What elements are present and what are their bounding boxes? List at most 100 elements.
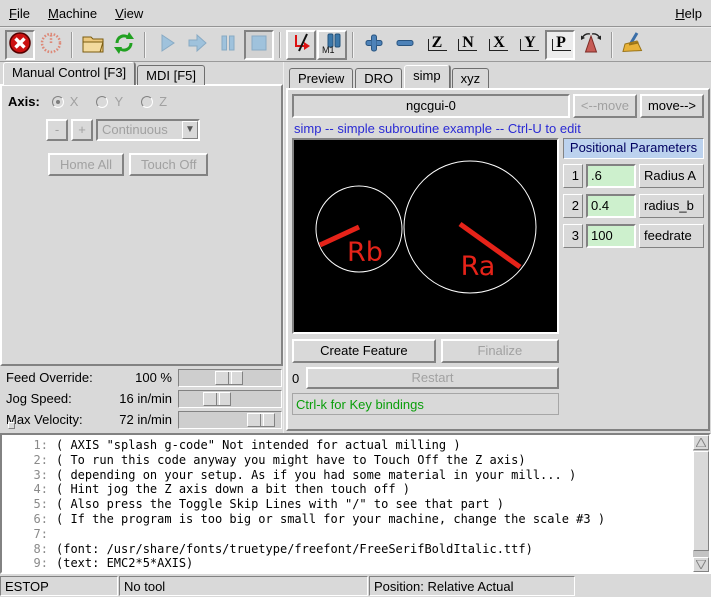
axis-x-radio[interactable]: X [52,94,79,109]
pane-sash-grip[interactable] [8,422,15,429]
gcode-line: 9:(text: EMC2*5*AXIS) [2,556,709,571]
param-2-name: radius_b [639,194,704,218]
tab-dro[interactable]: DRO [355,68,402,88]
machine-power-button[interactable] [36,30,66,60]
simp-left-column: Rb Ra Create Feature Finalize 0 Restart … [292,138,559,415]
feed-override-label: Feed Override: [6,370,93,385]
run-button[interactable] [151,30,181,60]
param-3-name: feedrate [639,224,704,248]
line-number: 5: [2,497,48,512]
radio-circle-icon [96,96,108,108]
line-number: 9: [2,556,48,571]
line-text: ( depending on your setup. As if you had… [56,468,576,482]
param-1-name: Radius A [639,164,704,188]
line-text: ( Hint jog the Z axis down a bit then to… [56,482,410,496]
machine-power-icon [39,31,63,58]
view-perspective-button[interactable]: P [545,30,575,60]
axis-y-radio[interactable]: Y [96,94,123,109]
jog-speed-thumb[interactable] [203,392,231,406]
touch-off-button[interactable]: Touch Off [129,153,208,176]
tab-preview[interactable]: Preview [289,68,353,88]
zoom-in-button[interactable] [359,30,389,60]
view-y-button[interactable]: Y [514,30,544,60]
scroll-up-icon[interactable] [693,435,709,450]
max-velocity-thumb[interactable] [247,413,275,427]
create-feature-button[interactable]: Create Feature [292,339,436,363]
tab-simp[interactable]: simp [404,65,449,88]
minus-icon [393,31,417,58]
parameter-row: 1 .6 Radius A [563,164,704,188]
optional-pause-label: M1 [322,45,335,55]
scroll-down-icon[interactable] [693,557,709,572]
menu-help-accel: H [675,6,684,21]
param-2-input[interactable]: 0.4 [586,194,636,218]
menu-file-rest: ile [17,6,30,21]
axis-z-radio[interactable]: Z [141,94,167,109]
simp-body: Rb Ra Create Feature Finalize 0 Restart … [292,138,704,415]
right-tab-bar: Preview DRO simp xyz [289,65,491,88]
jog-minus-button[interactable]: - [46,119,68,141]
estop-button[interactable] [5,30,35,60]
tab-manual-control[interactable]: Manual Control [F3] [3,62,135,85]
feed-override-slider[interactable] [178,369,282,387]
move-right-button[interactable]: move--> [640,94,704,118]
tool-status: No tool [119,576,368,596]
simp-tab-content: ngcgui-0 <--move move--> simp -- simple … [286,88,710,431]
scrollbar-thumb[interactable] [693,451,709,551]
menu-view[interactable]: View [106,0,152,26]
rotate-view-button[interactable] [576,30,606,60]
jog-plus-button[interactable]: + [71,119,93,141]
rotate-cone-icon [579,31,603,58]
param-3-input[interactable]: 100 [586,224,636,248]
run-step-button[interactable] [182,30,212,60]
axis-main-window: File Machine View Help [0,0,711,597]
view-x-button[interactable]: X [483,30,513,60]
param-1-input[interactable]: .6 [586,164,636,188]
feed-override-thumb[interactable] [215,371,243,385]
jog-speed-slider[interactable] [178,390,282,408]
feature-count: 0 [292,371,302,386]
restart-button[interactable]: Restart [306,367,559,389]
view-z-rotated-button[interactable]: N [452,30,482,60]
zoom-out-button[interactable] [390,30,420,60]
max-velocity-row: Max Velocity: 72 in/min [0,410,283,430]
toolbar-separator [279,32,281,58]
axis-y-label: Y [114,94,123,109]
menu-help[interactable]: Help [666,0,711,26]
stop-button[interactable] [244,30,274,60]
max-velocity-slider[interactable] [178,411,282,429]
jog-increment-select[interactable]: Continuous ▼ [96,119,200,141]
line-text: ( AXIS "splash g-code" Not intended for … [56,438,461,452]
tab-mdi[interactable]: MDI [F5] [137,65,205,85]
home-all-button[interactable]: Home All [48,153,124,176]
plus-icon [362,31,386,58]
param-2-index: 2 [563,194,583,218]
ngcgui-name-entry[interactable]: ngcgui-0 [292,94,570,118]
line-text: (font: /usr/share/fonts/truetype/freefon… [56,542,533,556]
open-file-button[interactable] [78,30,108,60]
skip-lines-icon [289,31,313,58]
pause-icon [216,31,240,58]
toggle-optional-pause-button[interactable]: M1 [317,30,347,60]
gcode-line: 3:( depending on your setup. As if you h… [2,468,709,483]
menu-file[interactable]: File [0,0,39,26]
feed-override-row: Feed Override: 100 % [0,368,283,388]
run-icon [154,31,178,58]
parameter-row: 3 100 feedrate [563,224,704,248]
feed-override-value: 100 % [88,370,172,385]
pause-button[interactable] [213,30,243,60]
menu-help-rest: elp [685,6,702,21]
clear-plot-button[interactable] [618,30,648,60]
line-text: ( If the program is too big or small for… [56,512,605,526]
chevron-down-icon: ▼ [182,121,198,139]
reload-button[interactable] [109,30,139,60]
view-z-button[interactable]: Z [421,30,451,60]
code-scrollbar[interactable] [693,435,709,572]
line-number: 6: [2,512,48,527]
finalize-button[interactable]: Finalize [441,339,559,363]
move-left-button[interactable]: <--move [573,94,637,118]
toggle-skip-lines-button[interactable] [286,30,316,60]
menu-machine[interactable]: Machine [39,0,106,26]
gcode-text-area[interactable]: 1:( AXIS "splash g-code" Not intended fo… [0,433,711,574]
tab-xyz[interactable]: xyz [452,68,490,88]
